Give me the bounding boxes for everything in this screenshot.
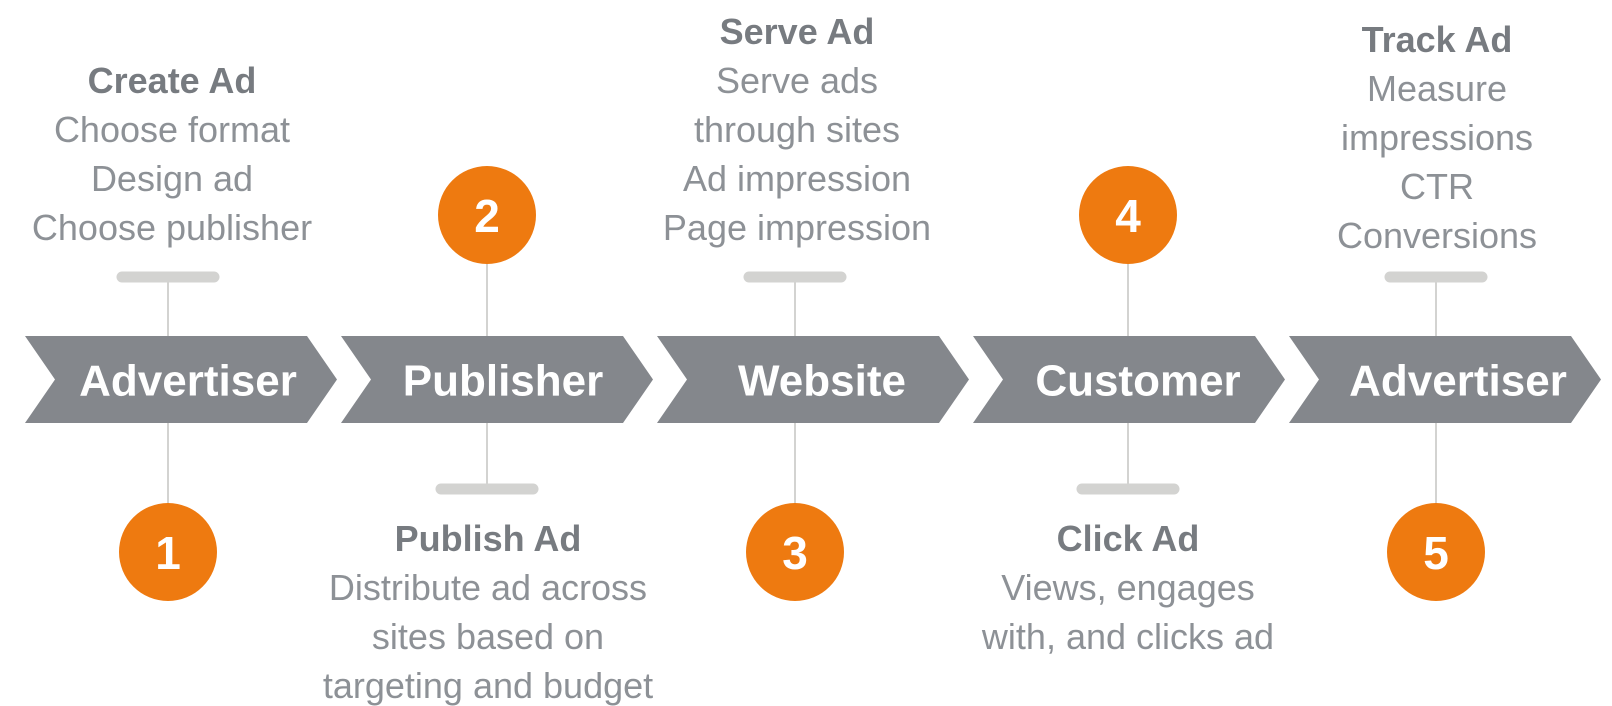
step-description-line: Page impression: [663, 207, 931, 248]
ad-lifecycle-diagram: Advertiser Publisher Website Customer Advert…: [25, 11, 1601, 706]
stage-label: Website: [738, 357, 906, 406]
step-description-line: Design ad: [91, 158, 253, 199]
step-number: 4: [1115, 190, 1141, 242]
step-description-line: targeting and budget: [323, 665, 653, 706]
stage-label: Customer: [1035, 357, 1240, 406]
step-description-line: sites based on: [372, 616, 604, 657]
step-description-line: through sites: [694, 109, 900, 150]
step-title: Track Ad: [1362, 19, 1513, 60]
step-number: 1: [155, 527, 181, 579]
step-description-line: Conversions: [1337, 215, 1537, 256]
step-title: Click Ad: [1057, 518, 1200, 559]
step-description-line: Choose publisher: [32, 207, 312, 248]
stage-label: Publisher: [403, 357, 604, 406]
step-description-line: Serve ads: [716, 60, 878, 101]
stage-label: Advertiser: [1349, 357, 1567, 406]
step-description-line: Views, engages: [1001, 567, 1255, 608]
step-number: 2: [474, 190, 500, 242]
step-description-line: Measure: [1367, 68, 1507, 109]
step-title: Serve Ad: [720, 11, 875, 52]
stage-label: Advertiser: [79, 357, 297, 406]
step-title: Publish Ad: [395, 518, 582, 559]
step-title: Create Ad: [88, 60, 257, 101]
step-description-line: Ad impression: [683, 158, 911, 199]
step-description-line: impressions: [1341, 117, 1533, 158]
step-description-line: with, and clicks ad: [981, 616, 1274, 657]
chevron-band: Advertiser Publisher Website Customer Advert…: [25, 336, 1601, 423]
step-description-line: Distribute ad across: [329, 567, 647, 608]
step-description-line: Choose format: [54, 109, 290, 150]
step-description-line: CTR: [1400, 166, 1474, 207]
step-number: 3: [782, 527, 808, 579]
step-number: 5: [1423, 527, 1449, 579]
